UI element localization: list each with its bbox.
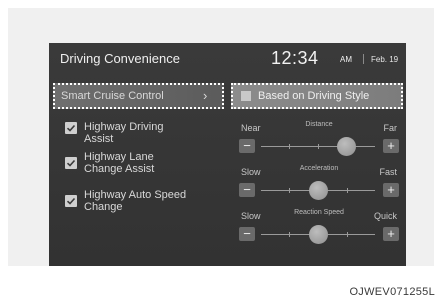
acceleration-slider[interactable]: Slow Acceleration Fast − +	[239, 165, 399, 203]
header-bar: Driving Convenience 12:34 AM Feb. 19	[49, 43, 406, 75]
header-divider	[363, 54, 364, 64]
decrease-button[interactable]: −	[239, 139, 255, 153]
figure-code: OJWEV071255L	[349, 286, 435, 298]
option-label-line2: Assist	[84, 133, 114, 145]
slider-knob[interactable]	[308, 225, 328, 244]
page-title: Driving Convenience	[60, 51, 180, 66]
slider-knob[interactable]	[308, 181, 328, 200]
increase-button[interactable]: +	[383, 183, 399, 197]
checkbox-checked-icon[interactable]	[65, 122, 77, 134]
clock-date: Feb. 19	[371, 55, 399, 64]
increase-button[interactable]: +	[383, 139, 399, 153]
reaction-speed-slider[interactable]: Slow Reaction Speed Quick − +	[239, 209, 399, 247]
chevron-right-icon: ›	[203, 88, 208, 103]
option-label-line1: Highway Driving	[84, 121, 164, 133]
slider-max-label: Far	[383, 123, 398, 133]
based-on-driving-style-label: Based on Driving Style	[258, 90, 370, 102]
slider-tick	[289, 188, 290, 193]
smart-cruise-control-label: Smart Cruise Control	[61, 90, 164, 102]
slider-title: Acceleration	[299, 165, 339, 172]
slider-title: Distance	[305, 121, 333, 128]
decrease-button[interactable]: −	[239, 227, 255, 241]
smart-cruise-control-item[interactable]: Smart Cruise Control ›	[53, 83, 224, 109]
clock-time: 12:34	[271, 48, 319, 68]
slider-max-label: Fast	[379, 167, 397, 177]
checkbox-unchecked-icon[interactable]	[241, 91, 251, 101]
option-label-line1: Highway Auto Speed	[84, 189, 187, 201]
checkbox-checked-icon[interactable]	[65, 157, 77, 169]
option-label-line2: Change Assist	[84, 163, 155, 175]
clock-ampm: AM	[340, 55, 352, 64]
slider-max-label: Quick	[373, 211, 397, 221]
slider-tick	[347, 188, 348, 193]
infotainment-screen: Driving Convenience 12:34 AM Feb. 19 Sma…	[49, 43, 406, 266]
distance-slider[interactable]: Near Distance Far − +	[239, 121, 399, 159]
slider-knob[interactable]	[337, 137, 356, 156]
decrease-button[interactable]: −	[239, 183, 255, 197]
slider-tick	[289, 144, 290, 149]
slider-tick	[318, 144, 319, 149]
increase-button[interactable]: +	[383, 227, 399, 241]
option-label-line1: Highway Lane	[84, 151, 154, 163]
slider-tick	[289, 232, 290, 237]
based-on-driving-style-item[interactable]: Based on Driving Style	[231, 83, 403, 109]
option-label-line2: Change	[84, 201, 123, 213]
checkbox-checked-icon[interactable]	[65, 195, 77, 207]
slider-tick	[347, 232, 348, 237]
